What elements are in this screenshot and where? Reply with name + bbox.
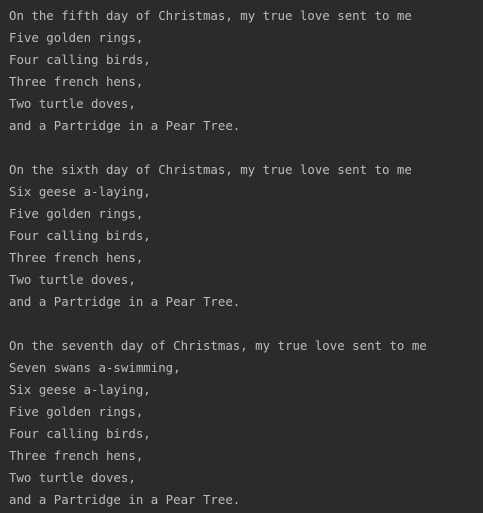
output-line: Two turtle doves, [9,470,136,485]
stanza-fifth-day: On the fifth day of Christmas, my true l… [9,5,483,137]
output-line: Three french hens, [9,74,144,89]
output-line: On the fifth day of Christmas, my true l… [9,8,412,23]
output-line: On the sixth day of Christmas, my true l… [9,162,412,177]
output-line: Three french hens, [9,250,144,265]
stanza-seventh-day: On the seventh day of Christmas, my true… [9,335,483,511]
output-line: Seven swans a-swimming, [9,360,181,375]
output-line: Six geese a-laying, [9,382,151,397]
output-line: Four calling birds, [9,228,151,243]
output-line: Five golden rings, [9,30,144,45]
output-line: Five golden rings, [9,206,144,221]
output-line: Four calling birds, [9,52,151,67]
output-line: Two turtle doves, [9,272,136,287]
console-output[interactable]: On the fifth day of Christmas, my true l… [0,0,483,513]
output-line: Six geese a-laying, [9,184,151,199]
output-line: and a Partridge in a Pear Tree. [9,492,241,507]
stanza-sixth-day: On the sixth day of Christmas, my true l… [9,159,483,313]
output-line: Two turtle doves, [9,96,136,111]
output-line: and a Partridge in a Pear Tree. [9,294,241,309]
output-line: and a Partridge in a Pear Tree. [9,118,241,133]
output-line: Five golden rings, [9,404,144,419]
output-line: Four calling birds, [9,426,151,441]
output-line: Three french hens, [9,448,144,463]
output-line: On the seventh day of Christmas, my true… [9,338,427,353]
